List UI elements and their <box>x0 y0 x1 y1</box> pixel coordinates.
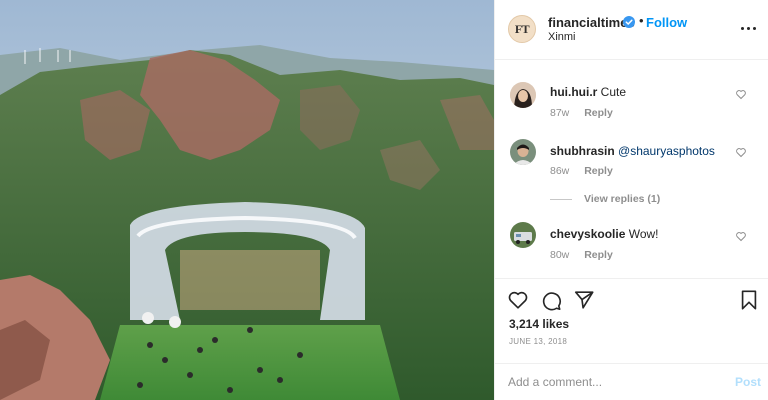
comment-text: shubhrasin @shauryasphotos <box>550 143 730 159</box>
view-replies-label: View replies (1) <box>584 193 661 205</box>
avatar-photo <box>510 222 536 248</box>
follow-button[interactable]: Follow <box>646 15 687 30</box>
bookmark-icon[interactable] <box>738 289 760 311</box>
comment-username[interactable]: chevyskoolie <box>550 227 625 241</box>
post-photo[interactable] <box>0 0 494 400</box>
comment-body: Cute <box>600 85 627 99</box>
post-header: FT financialtimes • Follow Xinmi <box>495 0 768 60</box>
add-comment-bar: Post <box>495 363 768 400</box>
reply-button[interactable]: Reply <box>584 165 613 177</box>
avatar[interactable]: FT <box>508 15 536 43</box>
view-replies-button[interactable]: View replies (1) <box>550 193 660 205</box>
avatar[interactable] <box>510 139 536 165</box>
comment-body: Wow! <box>628 227 659 241</box>
comment-meta: 86w Reply <box>550 165 613 177</box>
more-icon[interactable] <box>740 22 758 36</box>
comment-meta: 80w Reply <box>550 249 613 261</box>
post-actions: 3,214 likes JUNE 13, 2018 Post <box>495 278 768 400</box>
heart-icon[interactable] <box>735 230 747 242</box>
heart-icon[interactable] <box>507 289 529 311</box>
comment-time: 86w <box>550 165 570 177</box>
comment-text: chevyskoolie Wow! <box>550 226 730 242</box>
avatar-photo <box>510 139 536 165</box>
comment-mention-link[interactable]: @shauryasphotos <box>618 144 715 158</box>
comment-input[interactable] <box>508 373 708 391</box>
comment-username[interactable]: shubhrasin <box>550 144 615 158</box>
avatar-photo <box>510 82 536 108</box>
comment-time: 87w <box>550 107 570 119</box>
post-sidebar: FT financialtimes • Follow Xinmi hui.hui… <box>494 0 768 400</box>
comment-time: 80w <box>550 249 570 261</box>
reply-button[interactable]: Reply <box>584 107 613 119</box>
verified-icon <box>623 16 635 28</box>
reply-button[interactable]: Reply <box>584 249 613 261</box>
comment-text: hui.hui.r Cute <box>550 84 730 100</box>
avatar[interactable] <box>510 82 536 108</box>
avatar[interactable] <box>510 222 536 248</box>
comment-meta: 87w Reply <box>550 107 613 119</box>
likes-count[interactable]: 3,214 likes <box>509 317 569 331</box>
post-button[interactable]: Post <box>735 375 761 389</box>
glass-bridge-photo <box>0 0 494 400</box>
heart-icon[interactable] <box>735 88 747 100</box>
view-replies-divider <box>550 198 572 200</box>
comment-username[interactable]: hui.hui.r <box>550 85 597 99</box>
comments-list[interactable]: hui.hui.r Cute 87w Reply shubhrasin @sha… <box>495 61 768 277</box>
post-location[interactable]: Xinmi <box>548 31 576 43</box>
separator-dot: • <box>639 13 644 28</box>
post-username[interactable]: financialtimes <box>548 15 635 30</box>
share-icon[interactable] <box>573 289 595 311</box>
heart-icon[interactable] <box>735 146 747 158</box>
comment-icon[interactable] <box>540 289 562 311</box>
post-date[interactable]: JUNE 13, 2018 <box>509 337 567 346</box>
